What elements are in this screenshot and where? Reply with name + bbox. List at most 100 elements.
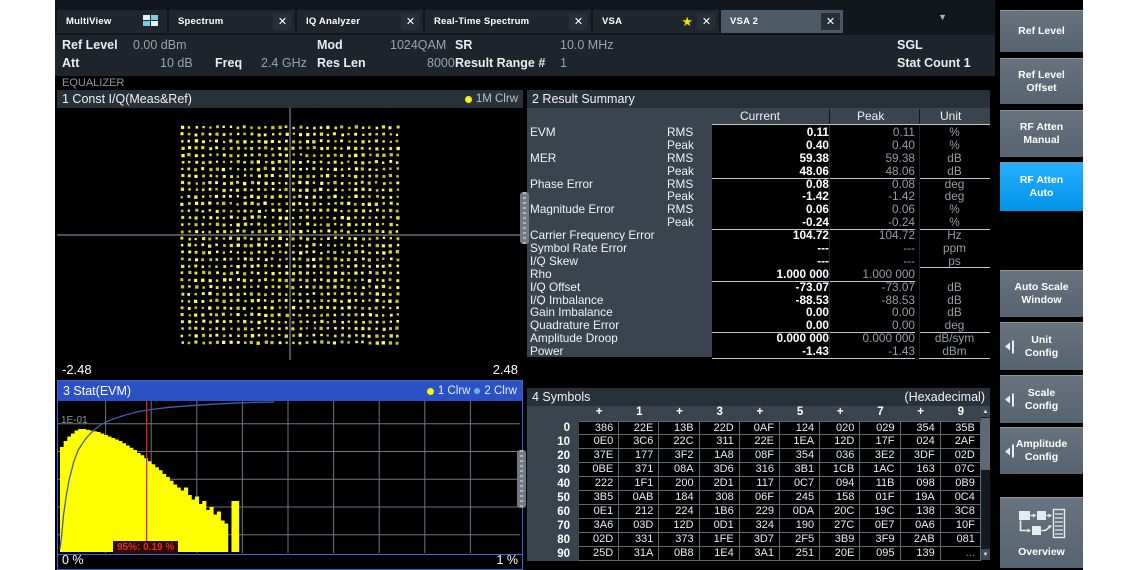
result-unit: dB bbox=[919, 293, 990, 307]
symbol-cell: 3D6 bbox=[700, 463, 740, 477]
constellation-plot[interactable] bbox=[57, 108, 523, 360]
softkey-scale-config[interactable]: ScaleConfig bbox=[1000, 375, 1083, 423]
symbol-cell: 37E bbox=[579, 449, 619, 463]
symbols-col-header: 7 bbox=[860, 406, 900, 421]
tab-vsa[interactable]: VSA★✕ bbox=[593, 10, 719, 33]
panel-const-header[interactable]: 1 Const I/Q(Meas&Ref) 1M Clrw bbox=[57, 90, 523, 108]
result-range-value[interactable]: 1 bbox=[560, 56, 567, 70]
result-row: Magnitude ErrorRMS0.060.06% bbox=[527, 202, 990, 215]
tab-close-icon[interactable]: ✕ bbox=[401, 13, 420, 30]
symbols-row: 503B50AB18430806F24515801F19A0C4 bbox=[527, 491, 981, 505]
col-peak: Peak bbox=[857, 109, 884, 123]
result-current-value: 0.06 bbox=[712, 202, 829, 216]
symbol-cell: 12D bbox=[659, 519, 699, 533]
stat-count-badge[interactable]: Stat Count 1 bbox=[897, 56, 971, 70]
softkey-rf-atten-manual[interactable]: RF AttenManual bbox=[1000, 110, 1083, 157]
result-row: Rho1.000 0001.000 000 bbox=[527, 267, 990, 280]
symbol-cell: 139 bbox=[901, 547, 941, 561]
result-name: Peak bbox=[527, 189, 712, 202]
result-row: Peak-0.24-0.24% bbox=[527, 215, 990, 228]
result-range-label: Result Range # bbox=[455, 56, 545, 70]
vertical-splitter-handle-bottom[interactable] bbox=[517, 450, 526, 508]
result-current-value: 104.72 bbox=[712, 228, 829, 242]
result-name: I/Q Skew bbox=[527, 254, 712, 267]
result-unit: dB bbox=[919, 151, 990, 165]
att-value[interactable]: 10 dB bbox=[160, 56, 193, 70]
result-name: Carrier Frequency Error bbox=[527, 228, 712, 241]
sr-value[interactable]: 10.0 MHz bbox=[560, 38, 614, 52]
sgl-badge[interactable]: SGL bbox=[897, 38, 923, 52]
symbols-row: 9025D31A0B81E43A125120E095139... bbox=[527, 547, 981, 561]
result-unit: dB/sym bbox=[919, 331, 990, 345]
res-len-value[interactable]: 8000 bbox=[427, 56, 455, 70]
symbol-cell: 311 bbox=[700, 435, 740, 449]
tab-close-icon[interactable]: ✕ bbox=[697, 13, 716, 30]
mod-value[interactable]: 1024QAM bbox=[390, 38, 446, 52]
const-x-max: 2.48 bbox=[493, 362, 518, 377]
result-unit bbox=[919, 267, 990, 268]
trace1-dot-icon bbox=[465, 96, 472, 103]
symbol-cell: 0C4 bbox=[941, 491, 981, 505]
softkey-ref-level[interactable]: Ref Level bbox=[1000, 10, 1083, 52]
scroll-down-icon[interactable]: ▼ bbox=[981, 549, 990, 560]
scrollbar-thumb[interactable] bbox=[981, 418, 990, 470]
result-name: I/Q Imbalance bbox=[527, 293, 712, 306]
symbols-row: 300BE37108A3D63163B11CB1AC16307C bbox=[527, 463, 981, 477]
tab-real-time-spectrum[interactable]: Real-Time Spectrum✕ bbox=[425, 10, 591, 33]
tab-spectrum[interactable]: Spectrum✕ bbox=[169, 10, 295, 33]
result-peak-value: 0.00 bbox=[829, 305, 915, 319]
evm-histogram-plot[interactable]: 1E-01 95%: 0.19 % bbox=[58, 401, 522, 555]
result-subtype: Peak bbox=[667, 189, 694, 203]
softkey-unit-config[interactable]: UnitConfig bbox=[1000, 322, 1083, 370]
symbol-cell: 3B5 bbox=[579, 491, 619, 505]
result-peak-value: 0.000 000 bbox=[829, 331, 915, 345]
tab-label: VSA bbox=[593, 16, 622, 27]
tab-multiview[interactable]: MultiView bbox=[57, 10, 167, 33]
sr-label: SR bbox=[455, 38, 472, 52]
softkey-rf-atten-auto[interactable]: RF AttenAuto bbox=[1000, 162, 1083, 211]
softkey-overview[interactable]: Overview bbox=[1000, 497, 1083, 568]
screenshot-stage: ▼ MultiViewSpectrum✕IQ Analyzer✕Real-Tim… bbox=[0, 0, 1140, 570]
tab-overflow-caret[interactable]: ▼ bbox=[938, 12, 947, 22]
symbols-scrollbar[interactable]: ▲ ▼ bbox=[981, 406, 990, 560]
vertical-splitter-handle-top[interactable] bbox=[520, 192, 529, 244]
result-current-value: -1.43 bbox=[712, 344, 829, 359]
multiview-grid-icon bbox=[143, 15, 159, 28]
result-peak-value: --- bbox=[829, 254, 915, 268]
symbol-cell: 3D7 bbox=[740, 533, 780, 547]
symbols-row-label: 40 bbox=[527, 477, 579, 491]
stat-legend-trace2: 2 Clrw bbox=[484, 385, 517, 397]
result-name: I/Q Offset bbox=[527, 280, 712, 293]
symbols-row-label: 10 bbox=[527, 435, 579, 449]
symbol-cell: 3B9 bbox=[820, 533, 860, 547]
symbol-cell: 331 bbox=[619, 533, 659, 547]
symbol-cell: 386 bbox=[579, 421, 619, 435]
tab-close-icon[interactable]: ✕ bbox=[821, 13, 840, 30]
panel-symbols-header[interactable]: 4 Symbols (Hexadecimal) bbox=[527, 388, 990, 406]
result-current-value: --- bbox=[712, 254, 829, 268]
settings-bar: Ref Level 0.00 dBm Mod 1024QAM SR 10.0 M… bbox=[55, 35, 995, 76]
tab-vsa-2[interactable]: VSA 2✕ bbox=[721, 10, 843, 33]
softkey-label: Offset bbox=[1026, 82, 1056, 95]
app-window: ▼ MultiViewSpectrum✕IQ Analyzer✕Real-Tim… bbox=[55, 0, 1083, 570]
softkey-amplitude-config[interactable]: AmplitudeConfig bbox=[1000, 427, 1083, 474]
mod-label: Mod bbox=[317, 38, 343, 52]
symbol-cell: 10F bbox=[941, 519, 981, 533]
res-len-label: Res Len bbox=[317, 56, 366, 70]
softkey-ref-level-offset[interactable]: Ref LevelOffset bbox=[1000, 58, 1083, 104]
tab-close-icon[interactable]: ✕ bbox=[273, 13, 292, 30]
scroll-up-icon[interactable]: ▲ bbox=[981, 406, 990, 417]
freq-value[interactable]: 2.4 GHz bbox=[261, 56, 307, 70]
softkey-label: RF Atten bbox=[1020, 121, 1063, 134]
symbols-col-header: 1 bbox=[619, 406, 659, 421]
result-row: Peak0.400.40% bbox=[527, 138, 990, 151]
panel-stat-header[interactable]: 3 Stat(EVM) 1 Clrw 2 Clrw bbox=[58, 381, 522, 401]
symbol-cell: 0AF bbox=[740, 421, 780, 435]
symbols-col-header: + bbox=[579, 406, 619, 421]
panel-result-header[interactable]: 2 Result Summary bbox=[527, 90, 990, 108]
tab-iq-analyzer[interactable]: IQ Analyzer✕ bbox=[297, 10, 423, 33]
tab-close-icon[interactable]: ✕ bbox=[569, 13, 588, 30]
symbol-cell: 095 bbox=[860, 547, 900, 561]
ref-level-value[interactable]: 0.00 dBm bbox=[133, 38, 187, 52]
softkey-auto-scale-window[interactable]: Auto ScaleWindow bbox=[1000, 270, 1083, 317]
